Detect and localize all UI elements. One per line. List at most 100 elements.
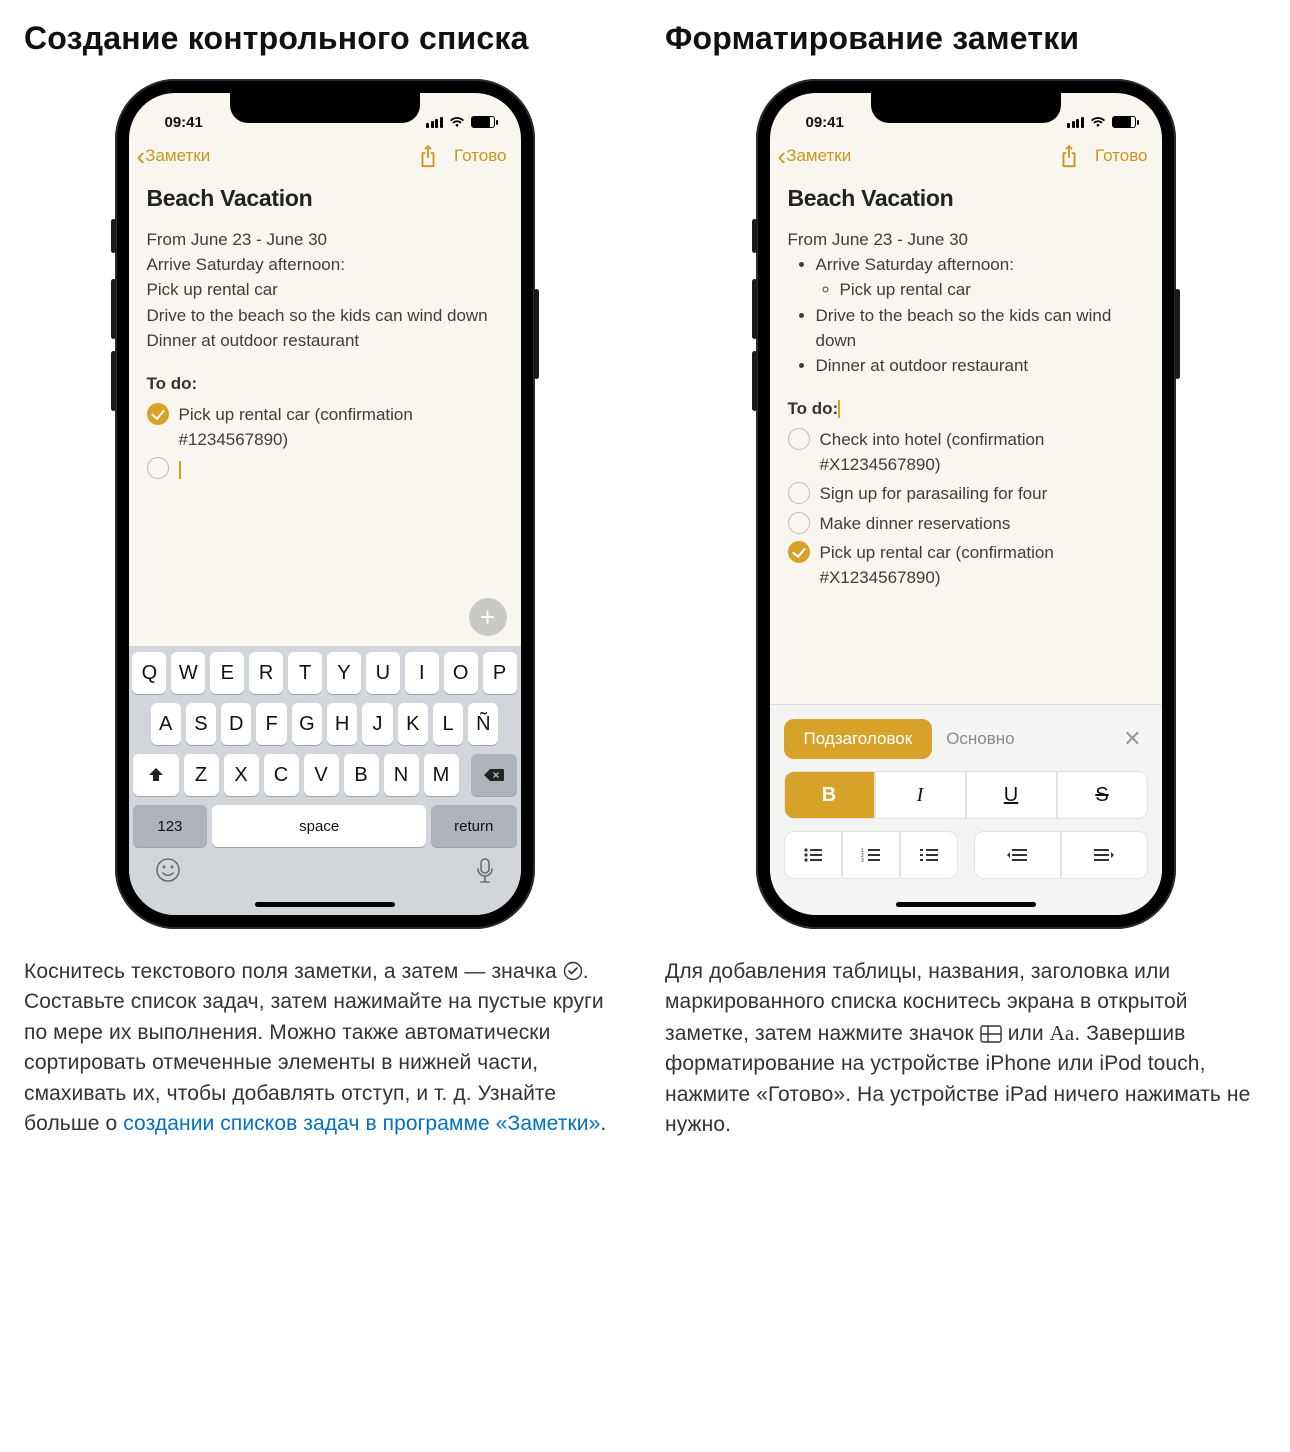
key-z[interactable]: Z (184, 754, 219, 796)
back-button[interactable]: ‹ Заметки (778, 143, 852, 169)
checkbox-empty-icon[interactable] (788, 482, 810, 504)
note-line: Dinner at outdoor restaurant (147, 328, 503, 353)
add-button[interactable]: + (469, 598, 507, 636)
emoji-key[interactable] (155, 857, 181, 885)
key-b[interactable]: B (344, 754, 379, 796)
dictation-key[interactable] (475, 857, 495, 885)
key-n[interactable]: N (384, 754, 419, 796)
dash-list-icon (919, 848, 939, 862)
key-x[interactable]: X (224, 754, 259, 796)
note-editor[interactable]: Beach Vacation From June 23 - June 30 Ar… (129, 177, 521, 646)
todo-row[interactable]: Sign up for parasailing for four (788, 481, 1144, 506)
outdent-button[interactable] (974, 831, 1061, 879)
column-checklist: Создание контрольного списка 09:41 (24, 20, 625, 1162)
caption-text: Коснитесь текстового поля заметки, а зат… (24, 960, 563, 983)
wifi-icon (1090, 116, 1106, 128)
key-u[interactable]: U (366, 652, 400, 694)
key-j[interactable]: J (362, 703, 392, 745)
nav-bar: ‹ Заметки Готово (129, 137, 521, 177)
key-y[interactable]: Y (327, 652, 361, 694)
share-icon[interactable] (1059, 144, 1079, 168)
battery-icon (1112, 116, 1136, 128)
chevron-left-icon: ‹ (778, 143, 787, 169)
heading-checklist: Создание контрольного списка (24, 20, 625, 57)
key-f[interactable]: F (256, 703, 286, 745)
battery-icon (471, 116, 495, 128)
bullet-list: Arrive Saturday afternoon: Pick up renta… (788, 252, 1144, 378)
style-body-button[interactable]: Основно (946, 729, 1103, 749)
key-k[interactable]: K (398, 703, 428, 745)
italic-button[interactable]: I (875, 771, 966, 819)
caption-text: или (1002, 1022, 1050, 1045)
key-w[interactable]: W (171, 652, 205, 694)
backspace-key[interactable] (471, 754, 517, 796)
strikethrough-button[interactable]: S (1057, 771, 1148, 819)
key-l[interactable]: L (433, 703, 463, 745)
backspace-icon (483, 768, 505, 782)
key-m[interactable]: M (424, 754, 459, 796)
shift-key[interactable] (133, 754, 179, 796)
key-s[interactable]: S (186, 703, 216, 745)
caption-text: . Составьте список задач, затем нажимайт… (24, 960, 604, 1135)
todo-row[interactable]: Make dinner reservations (788, 511, 1144, 536)
close-icon: ✕ (1123, 726, 1141, 751)
space-key[interactable]: space (212, 805, 426, 847)
key-g[interactable]: G (292, 703, 322, 745)
dash-list-button[interactable] (900, 831, 958, 879)
key-i[interactable]: I (405, 652, 439, 694)
todo-text: Check into hotel (confirmation #X1234567… (820, 427, 1144, 477)
todo-heading: To do: (788, 396, 1144, 421)
caption-link[interactable]: создании списков задач в программе «Заме… (123, 1112, 600, 1135)
key-v[interactable]: V (304, 754, 339, 796)
key-e[interactable]: E (210, 652, 244, 694)
checkbox-empty-icon[interactable] (788, 512, 810, 534)
todo-text: Sign up for parasailing for four (820, 481, 1048, 506)
key-c[interactable]: C (264, 754, 299, 796)
key-t[interactable]: T (288, 652, 322, 694)
key-d[interactable]: D (221, 703, 251, 745)
todo-row[interactable]: Check into hotel (confirmation #X1234567… (788, 427, 1144, 477)
todo-row[interactable] (147, 456, 503, 481)
todo-text (179, 456, 181, 481)
numbered-list-icon: 123 (861, 848, 881, 862)
numbered-list-button[interactable]: 123 (842, 831, 900, 879)
key-q[interactable]: Q (132, 652, 166, 694)
back-button[interactable]: ‹ Заметки (137, 143, 211, 169)
share-icon[interactable] (418, 144, 438, 168)
key-a[interactable]: A (151, 703, 181, 745)
done-button[interactable]: Готово (1095, 146, 1148, 166)
checkbox-checked-icon[interactable] (147, 403, 169, 425)
svg-text:3: 3 (861, 858, 864, 862)
done-button[interactable]: Готово (454, 146, 507, 166)
list-item: Dinner at outdoor restaurant (816, 353, 1144, 378)
style-heading-button[interactable]: Подзаголовок (784, 719, 933, 759)
key-h[interactable]: H (327, 703, 357, 745)
todo-row[interactable]: Pick up rental car (confirmation #X12345… (788, 540, 1144, 590)
checkbox-empty-icon[interactable] (788, 428, 810, 450)
close-format-button[interactable]: ✕ (1117, 726, 1147, 752)
key-ñ[interactable]: Ñ (468, 703, 498, 745)
key-p[interactable]: P (483, 652, 517, 694)
return-key[interactable]: return (431, 805, 516, 847)
key-r[interactable]: R (249, 652, 283, 694)
todo-text: Pick up rental car (confirmation #X12345… (820, 540, 1144, 590)
bold-button[interactable]: B (784, 771, 875, 819)
checkbox-empty-icon[interactable] (147, 457, 169, 479)
note-editor[interactable]: Beach Vacation From June 23 - June 30 Ar… (770, 177, 1162, 704)
note-line: Pick up rental car (147, 277, 503, 302)
numbers-key[interactable]: 123 (133, 805, 208, 847)
back-label: Заметки (786, 146, 851, 166)
signal-icon (426, 117, 443, 128)
aa-inline-icon: Aa (1050, 1021, 1075, 1045)
indent-button[interactable] (1061, 831, 1148, 879)
keyboard[interactable]: QWERTYUIOP ASDFGHJKLÑ ZXCVBNM (129, 646, 521, 915)
todo-row[interactable]: Pick up rental car (confirmation #123456… (147, 402, 503, 452)
list-item: Pick up rental car (840, 277, 1144, 302)
list-style-segment: 123 (784, 831, 958, 879)
list-item: Arrive Saturday afternoon: Pick up renta… (816, 252, 1144, 302)
bullet-list-button[interactable] (784, 831, 842, 879)
checkbox-checked-icon[interactable] (788, 541, 810, 563)
note-line: From June 23 - June 30 (147, 227, 503, 252)
underline-button[interactable]: U (966, 771, 1057, 819)
key-o[interactable]: O (444, 652, 478, 694)
